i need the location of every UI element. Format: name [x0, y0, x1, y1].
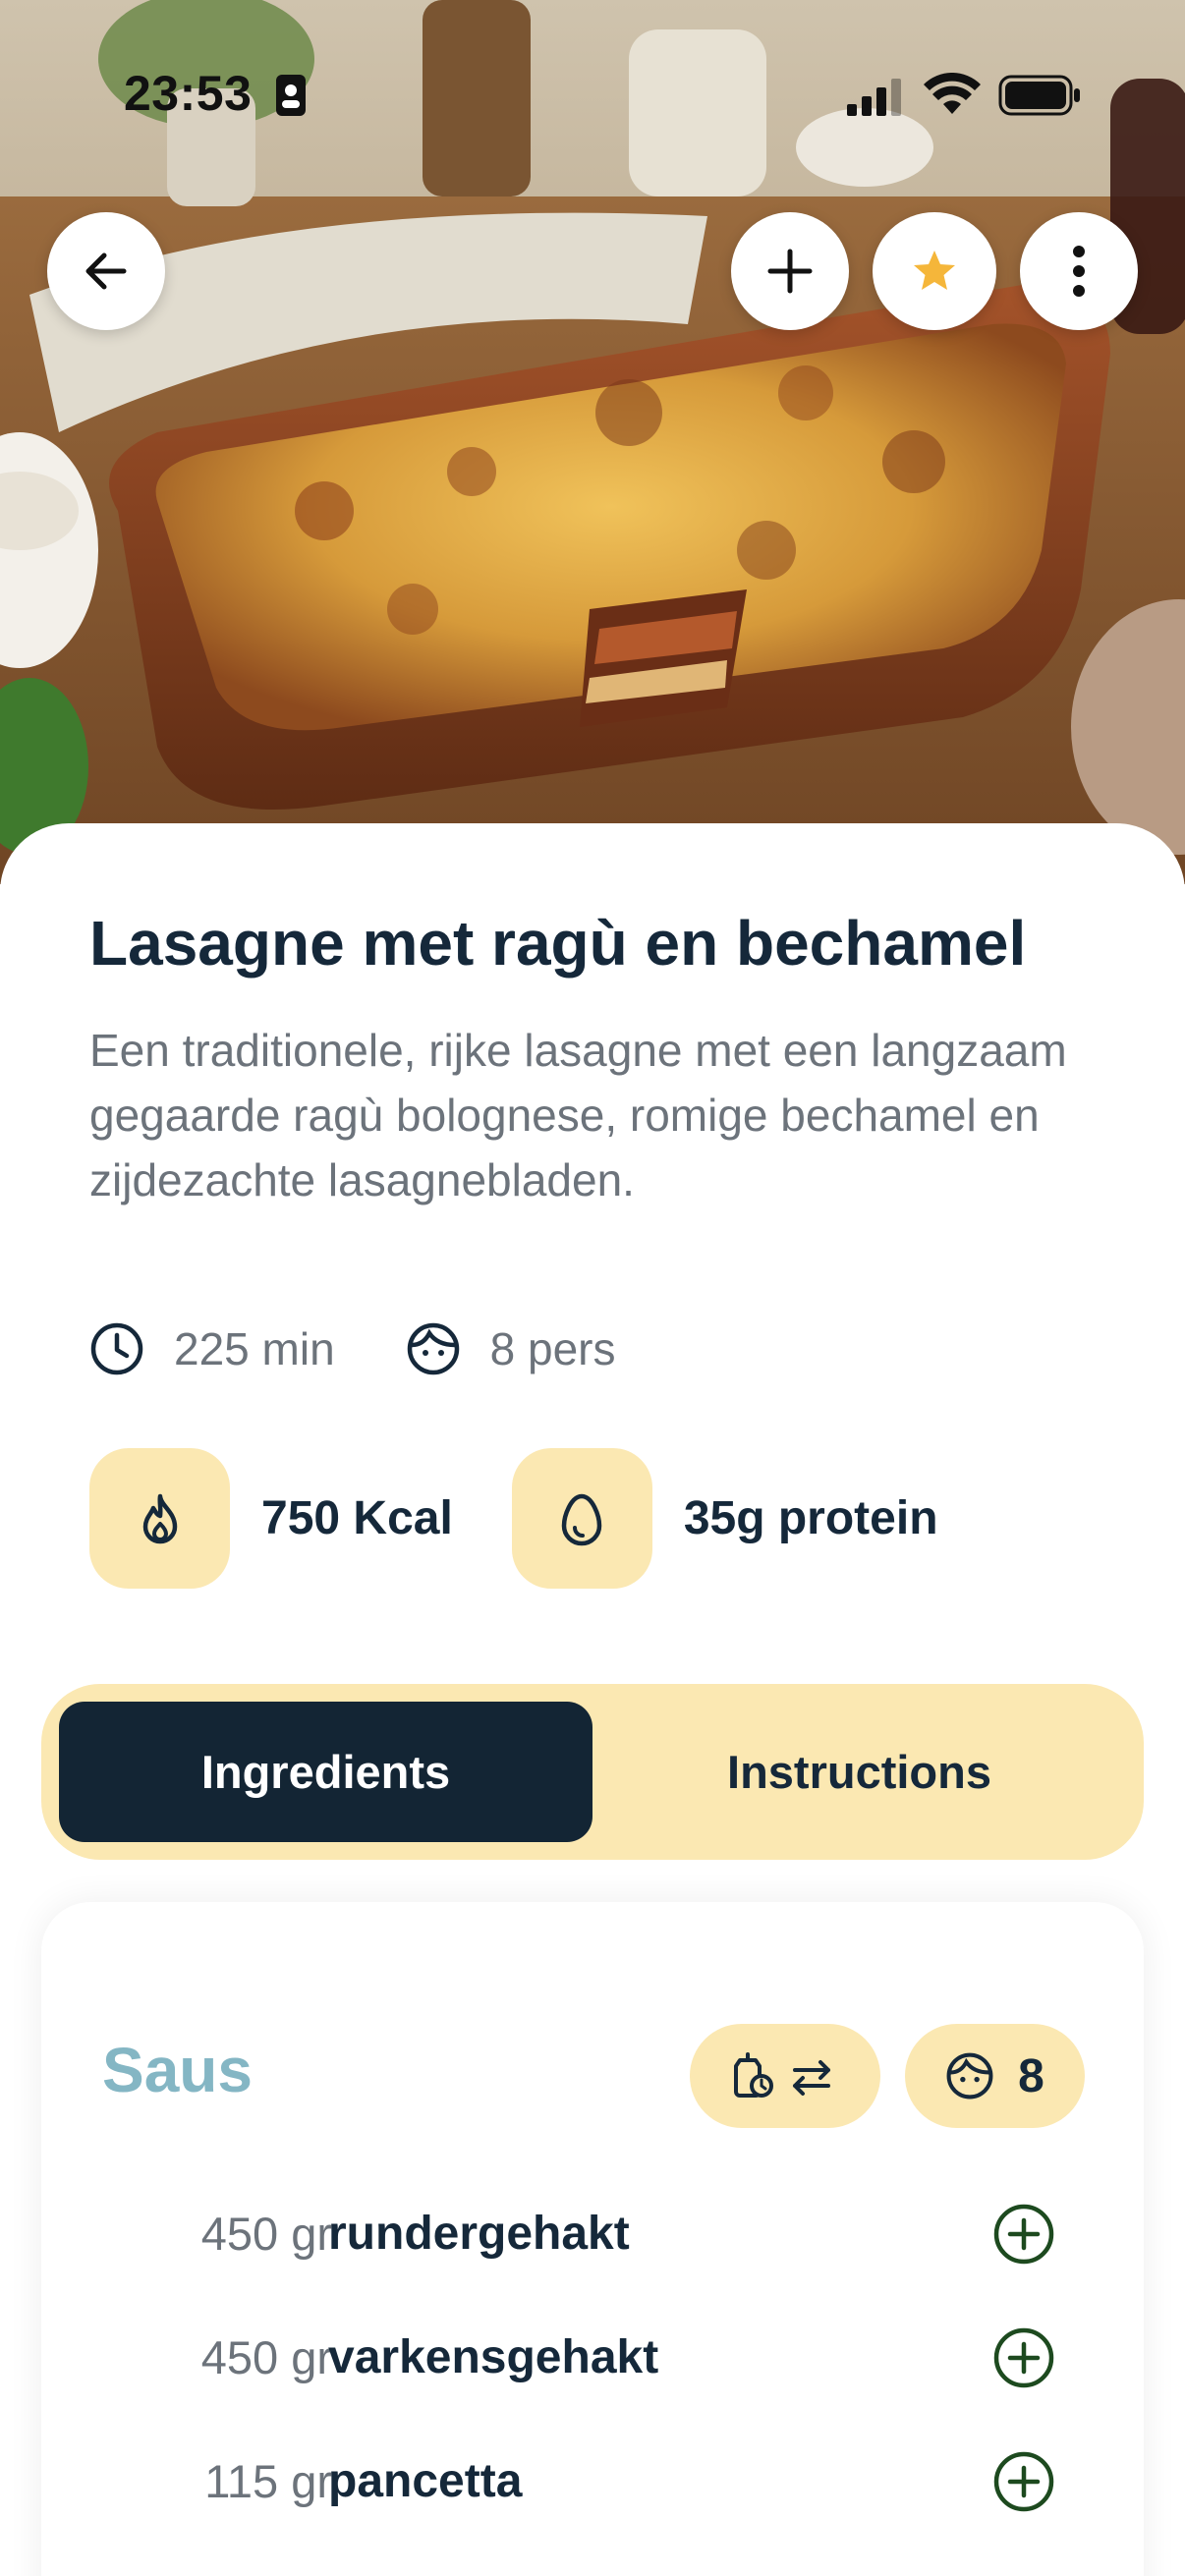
- ingredient-name: pancetta: [328, 2455, 523, 2507]
- egg-icon: [562, 1493, 602, 1545]
- ingredient-row: 450 gr varkensgehakt: [41, 2309, 1144, 2407]
- protein-value: 35g protein: [683, 1492, 938, 1544]
- calories: 750 Kcal: [89, 1448, 453, 1589]
- ingredient-quantity: 450 gr: [200, 2331, 332, 2383]
- ingredient-row: 115 gr pancetta: [41, 2433, 1144, 2531]
- recipe-description: Een traditionele, rijke lasagne met een …: [89, 1025, 1067, 1205]
- battery-icon: [998, 75, 1080, 116]
- tab-ingredients[interactable]: Ingredients: [59, 1702, 592, 1842]
- ingredient-name: rundergehakt: [328, 2208, 630, 2260]
- arrow-left-icon: [85, 252, 127, 290]
- id-card-icon: [276, 75, 306, 116]
- wifi-icon: [924, 73, 981, 114]
- protein-badge: [511, 1448, 652, 1589]
- cooking-time: 225 min: [89, 1321, 335, 1376]
- status-bar: 23:53: [0, 0, 1185, 187]
- calories-badge: [89, 1448, 230, 1589]
- person-face-icon: [946, 2052, 993, 2100]
- more-options-button[interactable]: [1020, 212, 1138, 330]
- plus-circle-icon: [993, 2204, 1054, 2265]
- ingredient-quantity: 115 gr: [204, 2455, 332, 2507]
- flame-icon: [142, 1493, 177, 1543]
- unit-swap-button[interactable]: [690, 2024, 880, 2128]
- servings-value: 8 pers: [489, 1323, 616, 1374]
- favorite-button[interactable]: [873, 212, 996, 330]
- add-ingredient-button[interactable]: [992, 2326, 1055, 2389]
- plus-icon: [767, 249, 813, 294]
- nutrition-row: 750 Kcal 35g protein: [89, 1448, 997, 1589]
- ingredient-row: 450 gr rundergehakt: [41, 2185, 1144, 2283]
- person-face-icon: [407, 1322, 459, 1375]
- star-icon: [914, 251, 955, 290]
- servings-adjust-button[interactable]: 8: [905, 2024, 1085, 2128]
- cellular-signal-icon: [847, 79, 901, 116]
- recipe-title: Lasagne met ragù en bechamel: [89, 908, 1027, 979]
- tab-instructions[interactable]: Instructions: [592, 1702, 1126, 1842]
- plus-circle-icon: [993, 2327, 1054, 2388]
- clock-icon: [90, 1322, 143, 1375]
- add-button[interactable]: [731, 212, 849, 330]
- status-time: 23:53: [124, 66, 253, 121]
- ingredient-quantity: 450 gr: [200, 2208, 332, 2260]
- back-button[interactable]: [47, 212, 165, 330]
- add-ingredient-button[interactable]: [992, 2450, 1055, 2513]
- more-vertical-icon: [1073, 246, 1085, 297]
- scale-swap-icon: [734, 2052, 830, 2098]
- plus-circle-icon: [993, 2451, 1054, 2512]
- recipe-screen: 23:53 Lasagne met ragù en bechamel Een t…: [0, 0, 1185, 2576]
- add-ingredient-button[interactable]: [992, 2203, 1055, 2266]
- cooking-time-value: 225 min: [174, 1323, 335, 1374]
- protein: 35g protein: [511, 1448, 938, 1589]
- servings: 8 pers: [406, 1321, 616, 1376]
- ingredient-name: varkensgehakt: [328, 2331, 659, 2383]
- recipe-meta: 225 min 8 pers: [89, 1315, 687, 1383]
- calories-value: 750 Kcal: [261, 1492, 453, 1544]
- servings-count: 8: [1018, 2049, 1044, 2102]
- recipe-tab-switch: Ingredients Instructions: [41, 1684, 1144, 1860]
- ingredient-section-title: Saus: [102, 2035, 253, 2105]
